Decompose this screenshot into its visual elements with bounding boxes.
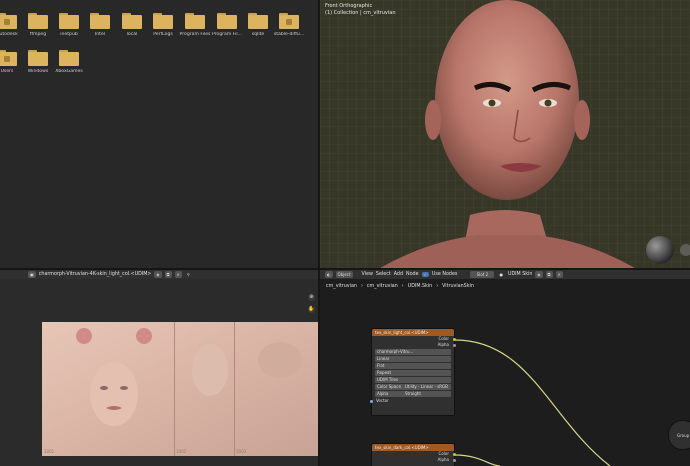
output-alpha-socket-2[interactable]	[453, 458, 456, 462]
folder-icon	[0, 13, 17, 29]
source-dropdown[interactable]: UDIM Tiles	[375, 377, 451, 383]
source-value: UDIM Tiles	[377, 377, 398, 382]
image-selector-value: charmorph-Vitru...	[377, 349, 414, 354]
folder-item[interactable]: Program Fil...	[211, 13, 243, 37]
folder-label: Users	[0, 69, 14, 74]
image-editor[interactable]: ▣ charmorph-Vitruvian-4K-skin_light_col.…	[0, 270, 318, 466]
folder-label: Intel	[94, 32, 106, 37]
folder-item[interactable]: XboxGames	[53, 50, 85, 74]
folder-item[interactable]: Program Files	[179, 13, 211, 37]
viewport-scene	[320, 0, 690, 268]
folder-item[interactable]: stable-diffu...	[273, 13, 305, 37]
folder-item[interactable]: Autodesk	[0, 13, 23, 37]
folder-item[interactable]: inetpub	[53, 13, 85, 37]
folder-item[interactable]: PerfLogs	[147, 13, 179, 37]
group-node[interactable]: Group S	[668, 420, 690, 450]
output-alpha-label: Alpha	[437, 342, 449, 347]
tile-1001: 1001	[44, 449, 55, 454]
color-space-label: Color Space	[377, 384, 401, 389]
image-selector[interactable]: charmorph-Vitru...	[375, 349, 451, 355]
tile-1003: 1003	[236, 449, 247, 454]
viewport-3d[interactable]: Front Orthographic (1) Collection | cm_v…	[320, 0, 690, 268]
folder-label: Windows	[27, 69, 49, 74]
tile-1002: 1002	[176, 449, 187, 454]
folder-label: Program Fil...	[211, 32, 243, 37]
image-texture-node[interactable]: tex_skin_light_col.<UDIM> Color Alpha ch…	[370, 328, 456, 416]
extension-value: Repeat	[377, 370, 392, 375]
alpha-label: Alpha	[377, 391, 389, 396]
folder-item[interactable]: local	[116, 13, 148, 37]
file-browser: Autodesk ffmpeg inetpub Intel local PerfLogs P…	[0, 0, 318, 268]
color-space-dropdown[interactable]: Color Space Utility - Linear - sRGB	[375, 384, 451, 390]
projection-dropdown[interactable]: Flat	[375, 363, 451, 369]
folder-icon	[28, 13, 48, 29]
folder-icon	[59, 13, 79, 29]
extension-dropdown[interactable]: Repeat	[375, 370, 451, 376]
folder-icon	[217, 13, 237, 29]
head	[435, 0, 579, 200]
group-node-label: Group S	[677, 433, 690, 438]
folder-icon	[185, 13, 205, 29]
folder-label: local	[126, 32, 138, 37]
output-color-socket[interactable]	[453, 337, 456, 341]
folder-icon	[0, 50, 17, 66]
output-alpha-label-2: Alpha	[437, 457, 449, 462]
udim-texture: 1001 1002 1003	[42, 322, 318, 456]
input-vector-socket[interactable]	[370, 399, 373, 403]
alpha-dropdown[interactable]: Alpha Straight	[375, 391, 451, 397]
folder-icon	[59, 50, 79, 66]
folder-icon	[28, 50, 48, 66]
interpolation-dropdown[interactable]: Linear	[375, 356, 451, 362]
folder-icon	[122, 13, 142, 29]
folder-label: stable-diffu...	[273, 32, 305, 37]
area-divider-vertical[interactable]	[318, 0, 320, 466]
projection-value: Flat	[377, 363, 385, 368]
folder-label: Program Files	[179, 32, 211, 37]
folder-item[interactable]: Windows	[22, 50, 54, 74]
folder-label: inetpub	[60, 32, 78, 37]
node-editor[interactable]: ◐ Object View Select Add Node ✓ Use Node…	[320, 270, 690, 466]
folder-icon	[153, 13, 173, 29]
output-alpha-socket[interactable]	[453, 343, 456, 347]
folder-label: Autodesk	[0, 32, 18, 37]
folder-icon	[279, 13, 299, 29]
output-color-label-2: Color	[438, 451, 449, 456]
folder-item[interactable]: Intel	[84, 13, 116, 37]
folder-icon	[90, 13, 110, 29]
input-vector-label: Vector	[376, 398, 389, 403]
area-divider-horizontal[interactable]	[0, 268, 690, 270]
material-preview-sphere	[646, 236, 674, 264]
color-space-value: Utility - Linear - sRGB	[405, 384, 448, 389]
folder-label: ffmpeg	[29, 32, 47, 37]
image-texture-node-2[interactable]: tex_skin_dark_col.<UDIM> Color Alpha	[371, 443, 456, 466]
output-color-label: Color	[438, 336, 449, 341]
output-color-socket-2[interactable]	[453, 452, 456, 456]
interpolation-value: Linear	[377, 356, 390, 361]
folder-item[interactable]: Users	[0, 50, 23, 74]
folder-icon	[248, 13, 268, 29]
folder-label: PerfLogs	[153, 32, 173, 37]
folder-label: sqlite	[251, 32, 265, 37]
folder-item[interactable]: sqlite	[242, 13, 274, 37]
node-title-2[interactable]: tex_skin_dark_col.<UDIM>	[372, 444, 454, 451]
folder-label: XboxGames	[55, 69, 83, 74]
collection-label: (1) Collection | cm_vitruvian	[325, 10, 396, 16]
folder-item[interactable]: ffmpeg	[22, 13, 54, 37]
view-name: Front Orthographic	[325, 3, 373, 9]
node-title[interactable]: tex_skin_light_col.<UDIM>	[372, 329, 454, 336]
alpha-value: Straight	[405, 391, 421, 396]
